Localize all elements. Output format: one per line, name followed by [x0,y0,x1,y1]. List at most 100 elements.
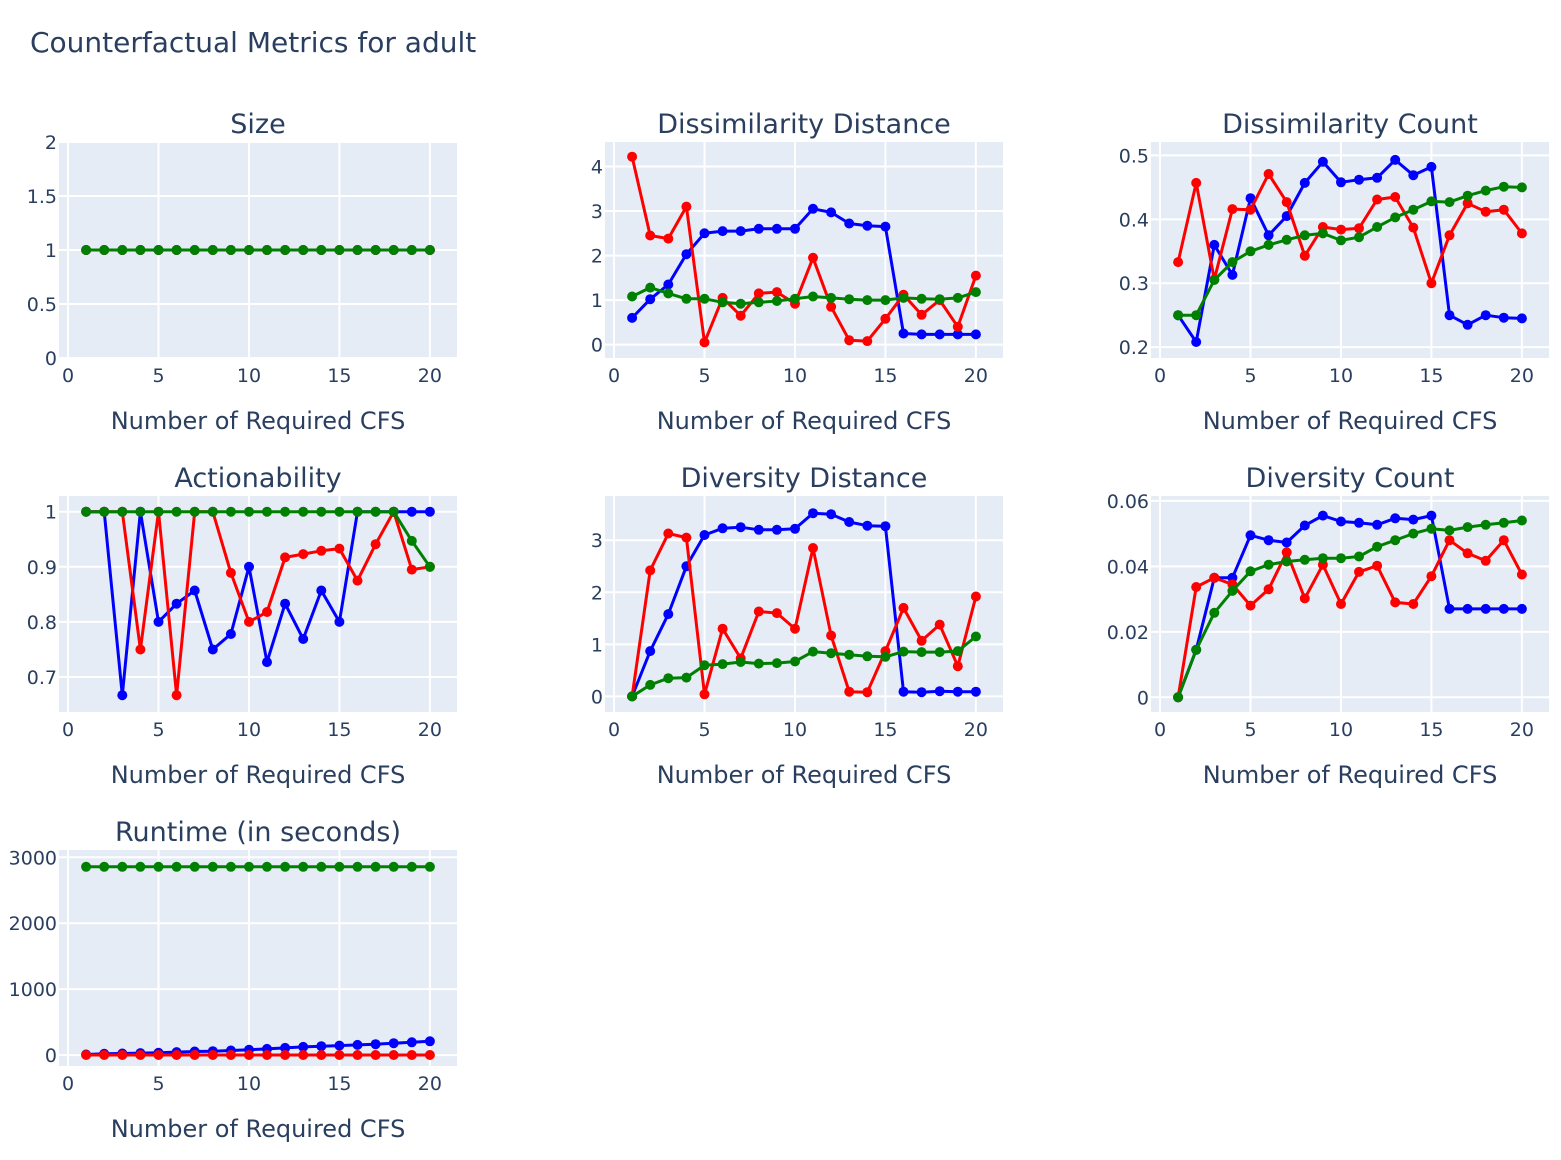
x-axis-title: Number of Required CFS [111,1115,406,1143]
data-point [244,506,254,517]
plot-area [59,850,457,1066]
data-point [970,329,981,340]
subplot-title: Actionability [174,463,341,494]
data-point [424,245,435,255]
y-tick-label: 2 [45,132,57,154]
data-point [898,328,909,339]
data-point [298,861,309,872]
x-tick-label: 15 [873,365,897,387]
x-tick-label: 5 [698,719,710,741]
data-point [1317,553,1328,564]
x-tick-label: 20 [418,365,442,387]
data-point [844,686,855,697]
data-point [808,291,818,302]
data-point [1263,239,1274,250]
data-point [1336,177,1346,188]
data-point [352,1039,363,1050]
data-point [207,644,218,655]
data-point [717,226,728,237]
data-point [627,691,638,702]
data-point [790,293,800,304]
subplot-size: Size 0 5 10 15 20 0 0.5 1 1.5 2 Number of Required … [27,109,457,435]
data-point [1299,593,1310,604]
x-tick-label: 10 [237,719,261,741]
data-point [334,1040,345,1051]
x-axis-title: Number of Required CFS [1203,407,1498,435]
data-point [1281,556,1292,567]
data-point [844,649,855,660]
x-tick-label: 5 [152,1073,164,1095]
data-point [424,1036,435,1047]
data-point [1426,161,1437,172]
data-point [1354,551,1364,562]
data-point [898,602,909,613]
plot-area [59,496,457,712]
x-tick-label: 0 [62,1073,74,1095]
data-point [171,245,182,255]
data-point [280,861,291,872]
data-point [735,657,746,667]
data-point [406,861,417,872]
data-point [171,506,182,517]
subplot-title: Runtime (in seconds) [115,817,401,848]
data-point [916,329,927,340]
x-tick-label: 20 [964,719,988,741]
y-tick-label: 2000 [9,913,57,935]
data-point [388,245,399,255]
data-point [1372,194,1383,205]
data-point [771,287,782,298]
data-point [406,1050,417,1060]
data-point [898,646,909,657]
data-point [1390,597,1401,608]
data-point [1498,204,1509,215]
data-point [771,223,782,234]
data-point [1299,554,1310,565]
data-point [1263,169,1274,179]
data-point [298,506,309,517]
data-point [1372,222,1383,232]
data-point [844,294,855,305]
y-tick-label: 0.5 [1119,145,1149,167]
subplot-title: Diversity Distance [681,463,928,494]
subplot-title: Diversity Count [1246,463,1455,494]
data-point [334,1050,345,1060]
data-point [880,313,891,324]
data-point [99,245,110,255]
data-point [952,661,963,672]
data-point [916,635,927,646]
data-point [826,301,837,312]
data-point [1426,510,1437,521]
data-point [1462,603,1473,614]
data-point [81,245,92,255]
data-point [1390,192,1401,202]
y-tick-label: 1.5 [27,186,57,208]
data-point [916,309,927,320]
data-point [862,336,873,347]
data-point [153,245,164,255]
y-tick-label: 0.04 [1107,556,1149,578]
data-point [316,585,327,596]
subplot-dissimilarity-count: Dissimilarity Count 0 5 10 15 20 0.2 0.3 0.4 0.5 N… [1119,109,1549,435]
x-tick-label: 5 [698,365,710,387]
data-point [1444,230,1455,241]
data-point [1245,600,1256,611]
data-point [1480,519,1491,530]
data-point [117,861,128,872]
data-point [1173,310,1184,321]
data-point [753,658,764,669]
data-point [663,279,674,290]
data-point [1354,566,1364,577]
data-point [334,506,345,517]
data-point [717,297,728,308]
x-tick-label: 20 [418,719,442,741]
data-point [207,861,218,872]
data-point [135,506,146,517]
data-point [406,564,417,575]
data-point [135,644,146,655]
data-point [352,861,363,872]
x-tick-label: 20 [1510,365,1534,387]
data-point [1408,222,1419,233]
subplot-actionability: Actionability 0 5 10 15 20 0.7 0.8 0.9 1 Number of… [27,463,457,789]
y-tick-label: 0.3 [1119,273,1149,295]
x-axis-title: Number of Required CFS [111,761,406,789]
